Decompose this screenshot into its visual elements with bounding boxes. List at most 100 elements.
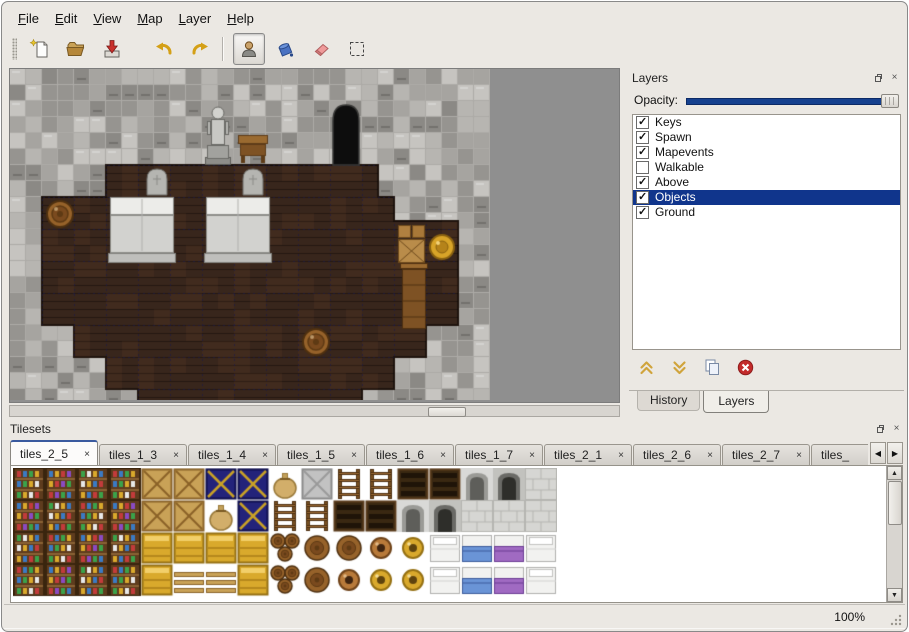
zoom-level: 100% [834,610,865,624]
tileset-tab-tiles_1_3[interactable]: tiles_1_3 × [99,444,187,465]
layer-visibility-checkbox[interactable] [636,131,649,144]
tileset-tab-tiles_2_1[interactable]: tiles_2_1 × [544,444,632,465]
redo-button[interactable] [184,33,216,65]
layer-row-spawn[interactable]: Spawn [633,130,900,145]
layer-row-walkable[interactable]: Walkable [633,160,900,175]
dock-tab-history[interactable]: History [637,391,700,411]
layer-row-keys[interactable]: Keys [633,115,900,130]
tileset-tab-tiles_2_5[interactable]: tiles_2_5 × [10,440,98,465]
select-tool-button[interactable] [341,33,373,65]
scroll-tabs-left-button[interactable]: ◀ [870,442,886,464]
tileset-tab-tiles_2_7[interactable]: tiles_2_7 × [722,444,810,465]
new-file-button[interactable] [24,33,56,65]
menu-help[interactable]: Help [219,8,262,29]
menu-file[interactable]: File [10,8,47,29]
scrollbar-thumb[interactable] [888,481,902,525]
menu-edit[interactable]: Edit [47,8,85,29]
opacity-slider[interactable] [686,93,899,107]
layer-visibility-checkbox[interactable] [636,191,649,204]
map-canvas[interactable] [10,69,490,400]
layer-row-objects[interactable]: Objects [633,190,900,205]
tileset-tab-label: tiles_ [821,448,849,462]
tileset-canvas[interactable] [13,468,557,598]
tab-close-icon[interactable]: × [173,450,179,461]
layer-visibility-checkbox[interactable] [636,176,649,189]
toolbar-drag-handle[interactable] [12,38,17,60]
status-bar: 100% [4,604,905,629]
delete-layer-button[interactable] [736,358,755,382]
tab-close-icon[interactable]: × [529,450,535,461]
tab-close-icon[interactable]: × [84,449,90,460]
layer-row-ground[interactable]: Ground [633,205,900,220]
open-button[interactable] [60,33,92,65]
eraser-tool-button[interactable] [305,33,337,65]
tileset-tab-label: tiles_2_1 [554,448,602,462]
opacity-row: Opacity: [634,90,899,110]
duplicate-layer-button[interactable] [703,358,722,382]
scroll-tabs-right-button[interactable]: ▶ [887,442,903,464]
layers-panel-title: Layers [632,71,867,85]
tab-scroll-arrows: ◀ ▶ [869,442,903,464]
layers-actions [637,358,755,382]
layer-label: Objects [655,190,696,205]
resize-grip[interactable] [889,613,902,626]
undo-button[interactable] [148,33,180,65]
tab-close-icon[interactable]: × [707,450,713,461]
tileset-tab-label: tiles_1_3 [109,448,157,462]
tileset-tab-tiles_2_6[interactable]: tiles_2_6 × [633,444,721,465]
slider-handle[interactable] [881,94,899,108]
copy-icon [703,358,722,377]
layer-visibility-checkbox[interactable] [636,206,649,219]
tileset-tab-label: tiles_1_4 [198,448,246,462]
layer-visibility-checkbox[interactable] [636,161,649,174]
move-layer-down-button[interactable] [670,358,689,382]
tilesets-panel: Tilesets × tiles_2_5×tiles_1_3×tiles_1_4… [7,421,906,605]
fill-tool-button[interactable] [269,33,301,65]
layer-label: Spawn [655,130,692,145]
tileset-tab-label: tiles_1_5 [287,448,335,462]
save-button[interactable] [96,33,128,65]
opacity-label: Opacity: [634,93,678,107]
layer-row-above[interactable]: Above [633,175,900,190]
tileset-tab-tiles_[interactable]: tiles_× [811,444,868,465]
move-layer-up-button[interactable] [637,358,656,382]
tileset-tab-tiles_1_7[interactable]: tiles_1_7× [455,444,543,465]
menu-view[interactable]: View [85,8,129,29]
fill-bucket-icon [274,38,296,60]
marquee-select-icon [346,38,368,60]
close-panel-icon[interactable]: × [888,72,901,85]
tileset-tab-label: tiles_2_6 [643,448,691,462]
float-panel-icon[interactable] [873,423,886,436]
app-window: FileEditViewMapLayerHelp [1,1,908,632]
layer-label: Above [655,175,689,190]
tab-close-icon[interactable]: × [796,450,802,461]
close-panel-icon[interactable]: × [890,423,903,436]
tileset-tab-label: tiles_2_7 [732,448,780,462]
chevron-down-icon [670,358,689,377]
float-panel-icon[interactable] [871,72,884,85]
tab-close-icon[interactable]: × [351,450,357,461]
place-object-tool-button[interactable] [233,33,265,65]
tab-close-icon[interactable]: × [262,450,268,461]
scroll-up-arrow[interactable]: ▲ [887,466,902,480]
tileset-tab-bar: tiles_2_5 × tiles_1_3 × tiles_1_4 × tiles_1_5 ×… [10,438,868,465]
menu-layer[interactable]: Layer [171,8,220,29]
tab-close-icon[interactable]: × [618,450,624,461]
menu-map[interactable]: Map [129,8,170,29]
dock-tab-layers[interactable]: Layers [703,391,769,413]
tab-close-icon[interactable]: × [440,450,446,461]
tileset-tab-tiles_1_4[interactable]: tiles_1_4 × [188,444,276,465]
tileset-tab-label: tiles_1_6 [376,448,424,462]
layers-panel: Layers × Opacity: KeysSpawnMapeventsWalk… [629,70,904,414]
tileset-tab-label: tiles_2_5 [20,447,68,461]
scroll-down-arrow[interactable]: ▼ [887,588,902,602]
tileset-tab-tiles_1_5[interactable]: tiles_1_5 × [277,444,365,465]
scrollbar-thumb[interactable] [428,407,466,417]
layer-visibility-checkbox[interactable] [636,116,649,129]
save-icon [101,38,123,60]
layer-row-mapevents[interactable]: Mapevents [633,145,900,160]
tileset-vertical-scrollbar[interactable]: ▲ ▼ [886,466,902,602]
layer-visibility-checkbox[interactable] [636,146,649,159]
tileset-tab-tiles_1_6[interactable]: tiles_1_6 × [366,444,454,465]
map-horizontal-scrollbar[interactable] [9,405,620,417]
